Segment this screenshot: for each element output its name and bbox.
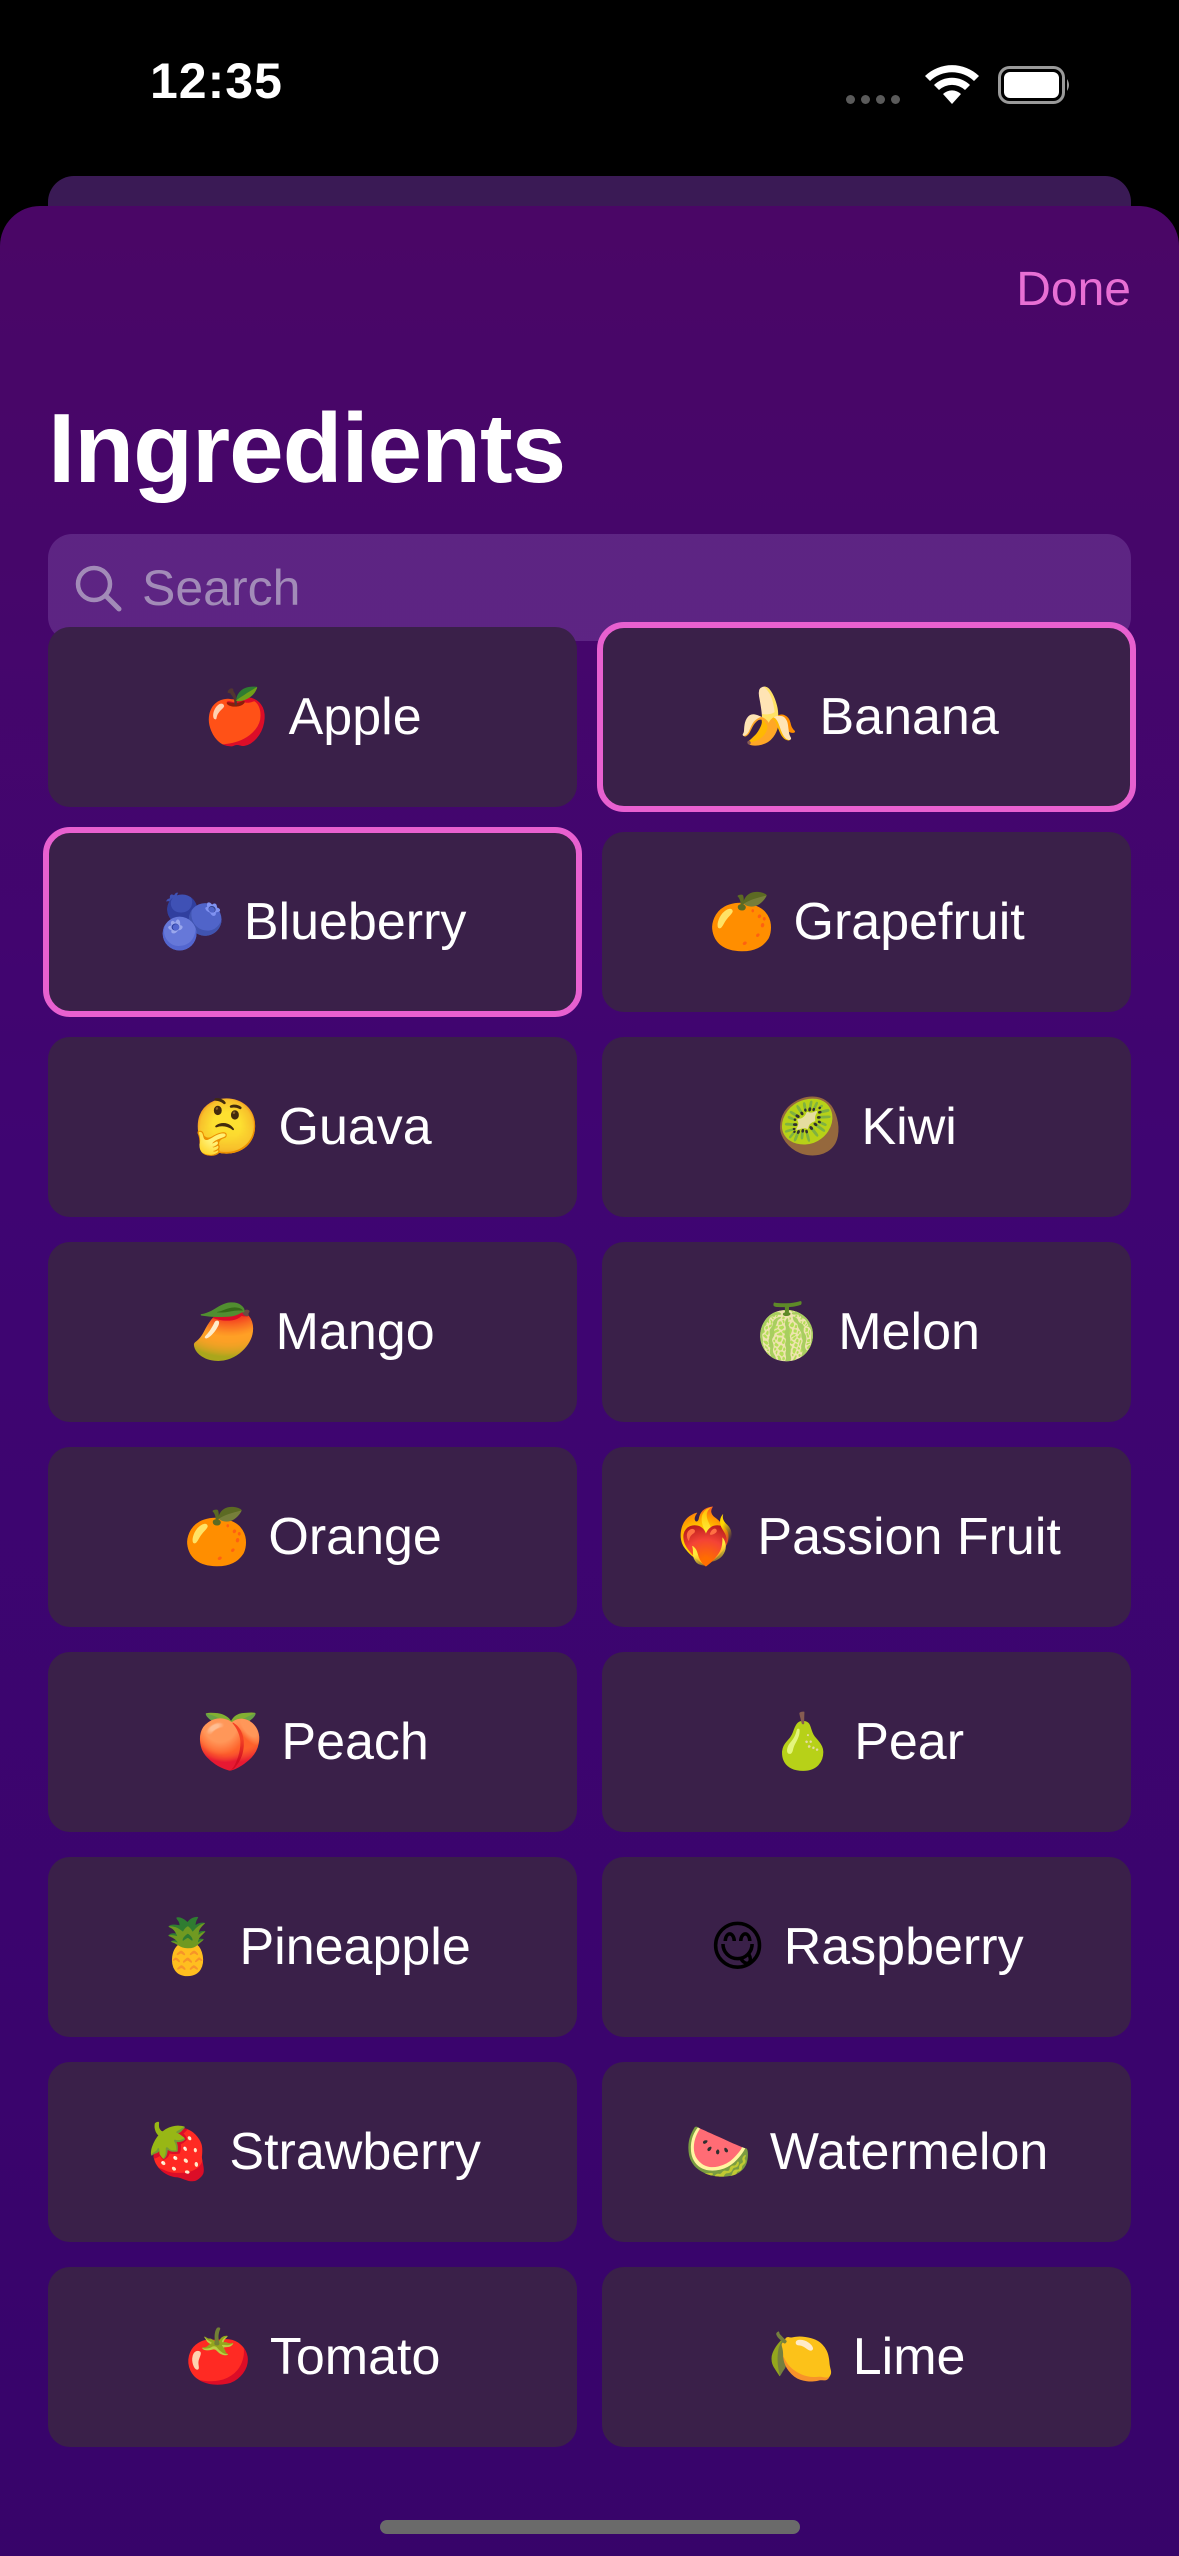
- ingredient-label: Blueberry: [243, 893, 467, 951]
- battery-icon: [998, 66, 1069, 104]
- pear-emoji-icon: 🍐: [768, 1710, 837, 1773]
- ingredient-tile[interactable]: 🍈 Melon: [602, 1242, 1131, 1422]
- search-field[interactable]: [48, 534, 1131, 641]
- ingredient-tile[interactable]: 🫐 Blueberry: [43, 827, 582, 1017]
- ingredient-tile[interactable]: 🍋 Lime: [602, 2267, 1131, 2447]
- ingredient-tile[interactable]: 🍐 Pear: [602, 1652, 1131, 1832]
- orange-emoji-icon: 🍊: [183, 1505, 251, 1568]
- ingredient-label: Grapefruit: [793, 893, 1025, 951]
- ingredient-tile[interactable]: 🍌 Banana: [597, 622, 1136, 812]
- ingredient-tile[interactable]: 🥝 Kiwi: [602, 1037, 1131, 1217]
- pineapple-emoji-icon: 🍍: [154, 1915, 222, 1978]
- ingredient-label: Banana: [819, 688, 999, 746]
- ingredient-label: Peach: [281, 1713, 429, 1771]
- ingredient-tile[interactable]: 🍍 Pineapple: [48, 1857, 577, 2037]
- ingredient-tile[interactable]: 🍎 Apple: [48, 627, 577, 807]
- ingredient-label: Passion Fruit: [757, 1508, 1061, 1566]
- blueberry-emoji-icon: 🫐: [158, 890, 226, 953]
- ingredient-label: Orange: [268, 1508, 442, 1566]
- ingredient-label: Pineapple: [239, 1918, 471, 1976]
- melon-emoji-icon: 🍈: [753, 1300, 821, 1363]
- wifi-icon: [925, 65, 979, 104]
- ingredient-tile[interactable]: 🍑 Peach: [48, 1652, 577, 1832]
- ingredient-label: Lime: [852, 2328, 966, 2386]
- ingredient-tile[interactable]: 🍉 Watermelon: [602, 2062, 1131, 2242]
- search-input[interactable]: [140, 557, 1044, 618]
- ingredient-label: Guava: [278, 1098, 432, 1156]
- status-bar: 12:35: [0, 0, 1179, 170]
- home-indicator[interactable]: [380, 2520, 800, 2534]
- ingredient-label: Kiwi: [861, 1098, 957, 1156]
- ingredient-tile[interactable]: 🥭 Mango: [48, 1242, 577, 1422]
- watermelon-emoji-icon: 🍉: [684, 2120, 752, 2183]
- ingredient-label: Tomato: [269, 2328, 441, 2386]
- ingredient-tile[interactable]: ❤️‍🔥 Passion Fruit: [602, 1447, 1131, 1627]
- grapefruit-emoji-icon: 🍊: [708, 890, 776, 953]
- ingredient-label: Pear: [854, 1713, 965, 1771]
- tomato-emoji-icon: 🍅: [184, 2325, 252, 2388]
- guava-emoji-icon: 🤔: [193, 1095, 261, 1158]
- ingredient-grid: 🍎 Apple 🍌 Banana 🫐 Blueberry 🍊 Grapefruit 🤔 G…: [43, 622, 1136, 2447]
- lime-emoji-icon: 🍋: [767, 2325, 835, 2388]
- page-title: Ingredients: [48, 393, 566, 503]
- search-icon: [70, 560, 126, 616]
- peach-emoji-icon: 🍑: [196, 1710, 264, 1773]
- ingredient-label: Strawberry: [229, 2123, 481, 2181]
- ingredients-sheet: Done Ingredients 🍎 Apple 🍌 Banana 🫐 Blueber…: [0, 206, 1179, 2556]
- ingredient-label: Raspberry: [783, 1918, 1024, 1976]
- raspberry-emoji-icon: 😋: [709, 1915, 766, 1978]
- mango-emoji-icon: 🥭: [190, 1300, 258, 1363]
- screen: 12:35 Done Ingredients Search 🍎 Apple 🍌 …: [0, 0, 1179, 2556]
- banana-emoji-icon: 🍌: [734, 685, 802, 748]
- kiwi-emoji-icon: 🥝: [776, 1095, 844, 1158]
- passion-fruit-emoji-icon: ❤️‍🔥: [672, 1505, 740, 1568]
- cellular-signal-icon: [846, 95, 904, 105]
- ingredient-tile[interactable]: 😋 Raspberry: [602, 1857, 1131, 2037]
- ingredient-tile[interactable]: 🤔 Guava: [48, 1037, 577, 1217]
- ingredient-label: Mango: [275, 1303, 435, 1361]
- status-time: 12:35: [150, 53, 283, 109]
- ingredient-label: Watermelon: [769, 2123, 1049, 2181]
- ingredient-label: Melon: [838, 1303, 980, 1361]
- strawberry-emoji-icon: 🍓: [144, 2120, 212, 2183]
- ingredient-tile[interactable]: 🍓 Strawberry: [48, 2062, 577, 2242]
- done-button[interactable]: Done: [1016, 262, 1131, 317]
- ingredient-tile[interactable]: 🍅 Tomato: [48, 2267, 577, 2447]
- ingredient-tile[interactable]: 🍊 Grapefruit: [602, 832, 1131, 1012]
- ingredient-label: Apple: [288, 688, 422, 746]
- ingredient-tile[interactable]: 🍊 Orange: [48, 1447, 577, 1627]
- apple-emoji-icon: 🍎: [203, 685, 271, 748]
